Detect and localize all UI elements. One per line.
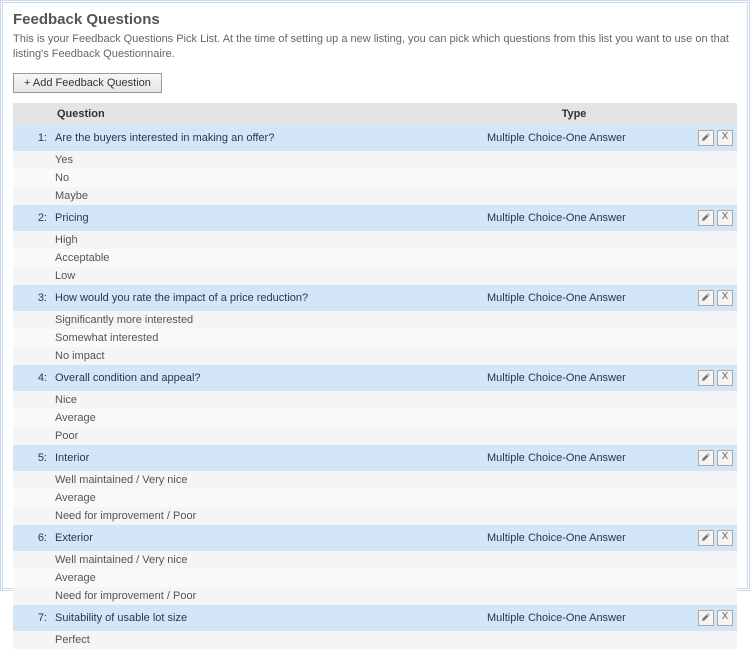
edit-icon[interactable]: [698, 370, 714, 386]
answer-text: Well maintained / Very nice: [51, 551, 483, 569]
page-intro: This is your Feedback Questions Pick Lis…: [13, 32, 737, 63]
question-text: Are the buyers interested in making an o…: [51, 125, 483, 151]
answer-row: High: [13, 231, 737, 249]
answer-text: Average: [51, 489, 483, 507]
delete-icon[interactable]: X: [717, 210, 733, 226]
question-row: 4:Overall condition and appeal?Multiple …: [13, 365, 737, 391]
question-type: Multiple Choice-One Answer: [483, 525, 665, 551]
question-type: Multiple Choice-One Answer: [483, 365, 665, 391]
answer-row: Well maintained / Very nice: [13, 471, 737, 489]
answer-row: Nice: [13, 391, 737, 409]
edit-icon[interactable]: [698, 530, 714, 546]
questions-table: Question Type 1:Are the buyers intereste…: [13, 103, 737, 649]
answer-text: Average: [51, 409, 483, 427]
question-text: Pricing: [51, 205, 483, 231]
question-text: Exterior: [51, 525, 483, 551]
question-row: 1:Are the buyers interested in making an…: [13, 125, 737, 151]
question-row: 7:Suitability of usable lot sizeMultiple…: [13, 605, 737, 631]
answer-text: Significantly more interested: [51, 311, 483, 329]
answer-row: Maybe: [13, 187, 737, 205]
question-type: Multiple Choice-One Answer: [483, 205, 665, 231]
answer-row: Average: [13, 569, 737, 587]
delete-icon[interactable]: X: [717, 450, 733, 466]
answer-row: Acceptable: [13, 249, 737, 267]
answer-text: Well maintained / Very nice: [51, 471, 483, 489]
table-header-row: Question Type: [13, 103, 737, 125]
question-row: 2:PricingMultiple Choice-One Answer X: [13, 205, 737, 231]
edit-icon[interactable]: [698, 210, 714, 226]
answer-row: No impact: [13, 347, 737, 365]
answer-row: Significantly more interested: [13, 311, 737, 329]
answer-row: Low: [13, 267, 737, 285]
delete-icon[interactable]: X: [717, 130, 733, 146]
answer-text: High: [51, 231, 483, 249]
header-type: Type: [483, 103, 665, 125]
delete-icon[interactable]: X: [717, 290, 733, 306]
question-number: 1:: [13, 125, 51, 151]
answer-row: Perfect: [13, 631, 737, 649]
answer-row: Yes: [13, 151, 737, 169]
delete-icon[interactable]: X: [717, 370, 733, 386]
answer-text: Maybe: [51, 187, 483, 205]
answer-row: Average: [13, 409, 737, 427]
question-number: 4:: [13, 365, 51, 391]
answer-text: No impact: [51, 347, 483, 365]
answer-row: Somewhat interested: [13, 329, 737, 347]
answer-text: Acceptable: [51, 249, 483, 267]
question-row: 3:How would you rate the impact of a pri…: [13, 285, 737, 311]
answer-row: Need for improvement / Poor: [13, 507, 737, 525]
question-number: 6:: [13, 525, 51, 551]
header-question: Question: [51, 103, 483, 125]
answer-text: Average: [51, 569, 483, 587]
add-feedback-question-button[interactable]: + Add Feedback Question: [13, 73, 162, 93]
question-text: Interior: [51, 445, 483, 471]
question-type: Multiple Choice-One Answer: [483, 605, 665, 631]
edit-icon[interactable]: [698, 290, 714, 306]
answer-text: Perfect: [51, 631, 483, 649]
answer-text: Yes: [51, 151, 483, 169]
answer-text: Nice: [51, 391, 483, 409]
question-number: 7:: [13, 605, 51, 631]
answer-text: No: [51, 169, 483, 187]
question-type: Multiple Choice-One Answer: [483, 125, 665, 151]
question-number: 3:: [13, 285, 51, 311]
edit-icon[interactable]: [698, 130, 714, 146]
question-row: 6:ExteriorMultiple Choice-One Answer X: [13, 525, 737, 551]
edit-icon[interactable]: [698, 450, 714, 466]
answer-text: Need for improvement / Poor: [51, 507, 483, 525]
question-text: Suitability of usable lot size: [51, 605, 483, 631]
question-type: Multiple Choice-One Answer: [483, 285, 665, 311]
question-text: How would you rate the impact of a price…: [51, 285, 483, 311]
answer-text: Low: [51, 267, 483, 285]
question-number: 5:: [13, 445, 51, 471]
delete-icon[interactable]: X: [717, 610, 733, 626]
answer-row: Need for improvement / Poor: [13, 587, 737, 605]
answer-row: Poor: [13, 427, 737, 445]
answer-text: Somewhat interested: [51, 329, 483, 347]
answer-text: Poor: [51, 427, 483, 445]
delete-icon[interactable]: X: [717, 530, 733, 546]
page-title: Feedback Questions: [13, 11, 737, 28]
answer-text: Need for improvement / Poor: [51, 587, 483, 605]
edit-icon[interactable]: [698, 610, 714, 626]
answer-row: Well maintained / Very nice: [13, 551, 737, 569]
question-type: Multiple Choice-One Answer: [483, 445, 665, 471]
question-number: 2:: [13, 205, 51, 231]
question-text: Overall condition and appeal?: [51, 365, 483, 391]
answer-row: No: [13, 169, 737, 187]
answer-row: Average: [13, 489, 737, 507]
question-row: 5:InteriorMultiple Choice-One Answer X: [13, 445, 737, 471]
